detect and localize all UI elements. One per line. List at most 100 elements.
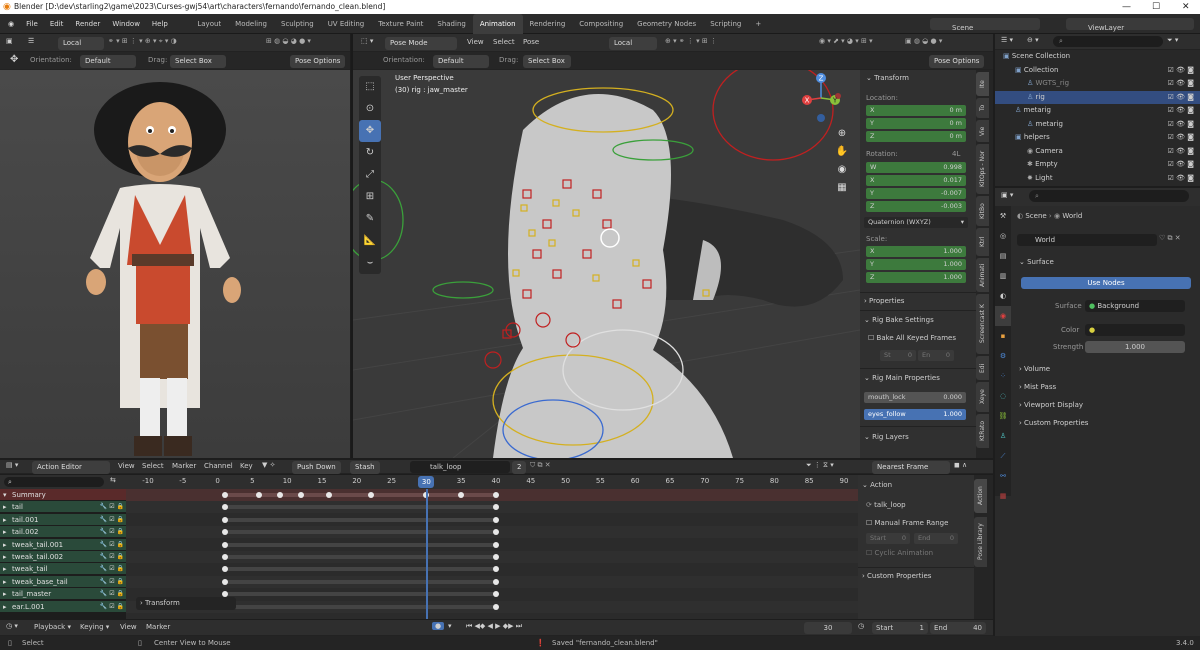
rig-bake-settings-title[interactable]: ⌄ Rig Bake Settings: [864, 316, 934, 324]
move-tool-active-icon[interactable]: ✥: [359, 120, 381, 142]
location-y-field[interactable]: Y0 m: [866, 118, 966, 129]
channel-row[interactable]: ▸ ear.L.001 🔧 ☑ 🔒: [0, 600, 126, 613]
channel-toggles[interactable]: 🔧 ☑ 🔒: [100, 588, 124, 600]
main-pose-options[interactable]: Pose Options: [929, 55, 985, 68]
action-users-count[interactable]: 2: [512, 461, 527, 474]
keyframe[interactable]: [221, 541, 228, 548]
expand-icon[interactable]: ▸: [3, 588, 7, 600]
annotate-tool-icon[interactable]: ✎: [359, 208, 381, 230]
strength-field[interactable]: 1.000: [1085, 341, 1185, 353]
close-icon[interactable]: ✕: [1182, 0, 1190, 14]
object-tab-icon[interactable]: ▪: [995, 326, 1011, 346]
menu-render[interactable]: Render: [69, 14, 106, 34]
channel-toggles[interactable]: 🔧 ☑ 🔒: [100, 526, 124, 538]
gizmo-y-label[interactable]: Y: [832, 97, 838, 105]
mist-pass-section[interactable]: › Mist Pass: [1019, 383, 1056, 391]
surface-shader-selector[interactable]: ● Background: [1085, 300, 1185, 312]
pan-hand-icon[interactable]: ✋: [833, 146, 851, 164]
expand-icon[interactable]: ▸: [3, 601, 7, 613]
expand-icon[interactable]: ▸: [3, 563, 7, 575]
world-tab-icon[interactable]: ◉: [995, 306, 1011, 326]
channel-row[interactable]: ▾ Summary: [0, 489, 126, 501]
editor-mode-dropdown[interactable]: Action Editor: [32, 461, 110, 474]
expand-icon[interactable]: ▸: [3, 539, 7, 551]
channel-row[interactable]: ▸ tail 🔧 ☑ 🔒: [0, 501, 126, 514]
overlay-icons[interactable]: ◉ ▾ ⬈ ▾ ◕ ▾ ⊞ ▾: [819, 37, 873, 45]
current-frame-field[interactable]: 30: [804, 622, 852, 634]
action-panel-title[interactable]: ⌄ Action: [862, 481, 892, 489]
transform-panel-title[interactable]: ⌄ Transform: [866, 74, 909, 82]
tab-view[interactable]: Vie: [976, 120, 989, 142]
outliner-editor-icon[interactable]: ☰ ▾: [1001, 36, 1013, 44]
menu-playback[interactable]: Playback ▾: [34, 623, 71, 631]
tab-rendering[interactable]: Rendering: [523, 14, 573, 34]
main-shading-icons[interactable]: ▣ ◍ ◒ ● ▾: [905, 37, 942, 45]
outliner-search-input[interactable]: ⌕: [1053, 36, 1163, 47]
outliner-row[interactable]: ▣ Scene Collection: [995, 50, 1200, 64]
keyframe[interactable]: [221, 578, 228, 585]
bake-start-field[interactable]: St 0: [880, 350, 916, 361]
orientation-dropdown[interactable]: Default: [80, 55, 136, 68]
eyes-follow-slider[interactable]: eyes_follow 1.000: [864, 409, 966, 420]
filter-icons[interactable]: ⏷ ⋮ ⧖ ▾: [806, 461, 834, 470]
preview-range-icon[interactable]: ◷: [858, 622, 864, 630]
properties-editor-icon[interactable]: ▣ ▾: [1001, 191, 1013, 199]
gizmo-x-label[interactable]: X: [805, 97, 810, 105]
tab-action[interactable]: Action: [974, 479, 987, 513]
gizmo-z-label[interactable]: Z: [819, 75, 824, 83]
select-tool-icon[interactable]: ⬚: [359, 76, 381, 98]
tab-pose-library[interactable]: Pose Library: [974, 517, 987, 567]
visibility-toggles[interactable]: ☑ 👁 ◙: [1168, 158, 1194, 172]
rotation-y-field[interactable]: Y -0.007: [866, 188, 966, 199]
rotation-mode-short[interactable]: 4L: [952, 150, 960, 158]
keyframe[interactable]: [493, 554, 499, 560]
snapping-dropdown[interactable]: Nearest Frame: [872, 461, 950, 474]
left-viewport-canvas[interactable]: [0, 70, 350, 458]
use-nodes-button[interactable]: Use Nodes: [1021, 277, 1191, 289]
output-tab-icon[interactable]: ▤: [995, 246, 1011, 266]
expand-icon[interactable]: ▸: [3, 526, 7, 538]
properties-subpanel[interactable]: › Properties: [864, 297, 904, 305]
menu-timeline-view[interactable]: View: [120, 623, 137, 631]
rotation-x-field[interactable]: X 0.017: [866, 175, 966, 186]
playhead-line[interactable]: [426, 489, 429, 619]
keyframe[interactable]: [221, 554, 228, 560]
channel-toggles[interactable]: 🔧 ☑ 🔒: [100, 501, 124, 513]
modifier-tab-icon[interactable]: ⚙: [995, 346, 1011, 366]
tab-ktrato[interactable]: KtRato: [976, 414, 989, 448]
tab-scripting[interactable]: Scripting: [703, 14, 748, 34]
tab-sculpting[interactable]: Sculpting: [274, 14, 321, 34]
stash-button[interactable]: Stash: [350, 461, 380, 474]
render-tab-icon[interactable]: ◎: [995, 226, 1011, 246]
menu-file[interactable]: File: [20, 14, 44, 34]
tab-compositing[interactable]: Compositing: [572, 14, 630, 34]
main-editor-type-icon[interactable]: ⬚ ▾: [361, 37, 373, 45]
data-tab-icon[interactable]: ♙: [995, 426, 1011, 446]
view-layer-tab-icon[interactable]: ▥: [995, 266, 1011, 286]
bone-constraint-tab-icon[interactable]: ⚯: [995, 466, 1011, 486]
start-frame-field[interactable]: Start 1: [872, 622, 928, 634]
grid-icon[interactable]: ▦: [833, 182, 851, 200]
snapping-icons[interactable]: ⊕ ▾ ⚭ ⋮ ▾ ⊞ ⋮: [665, 37, 717, 45]
channel-toggles[interactable]: 🔧 ☑ 🔒: [100, 563, 124, 575]
physics-tab-icon[interactable]: ◌: [995, 386, 1011, 406]
mouth-lock-slider[interactable]: mouth_lock 0.000: [864, 392, 966, 403]
keyframe[interactable]: [493, 578, 499, 585]
menu-view[interactable]: View: [467, 38, 484, 46]
channel-toggles[interactable]: 🔧 ☑ 🔒: [100, 514, 124, 526]
visibility-toggles[interactable]: ☑ 👁 ◙: [1168, 64, 1194, 78]
tab-tool[interactable]: To: [976, 98, 989, 118]
rig-main-properties-title[interactable]: ⌄ Rig Main Properties: [864, 374, 940, 382]
end-frame-field[interactable]: End 40: [930, 622, 986, 634]
channel-row[interactable]: ▸ tail.002 🔧 ☑ 🔒: [0, 526, 126, 539]
menu-keying[interactable]: Keying ▾: [80, 623, 109, 631]
expand-icon[interactable]: ▾: [3, 489, 7, 501]
menu-edit[interactable]: Edit: [44, 14, 70, 34]
main-viewport-canvas[interactable]: Z X Y User Perspective (30) rig : jaw_ma…: [353, 70, 860, 458]
visibility-toggles[interactable]: ☑ 👁 ◙: [1168, 172, 1194, 186]
keyframe[interactable]: [367, 492, 374, 498]
action-name-field[interactable]: ⟳ talk_loop: [866, 501, 906, 509]
keyframe-type-icon[interactable]: ▼ ✧: [262, 461, 275, 469]
location-x-field[interactable]: X0 m: [866, 105, 966, 116]
volume-section[interactable]: › Volume: [1019, 365, 1050, 373]
